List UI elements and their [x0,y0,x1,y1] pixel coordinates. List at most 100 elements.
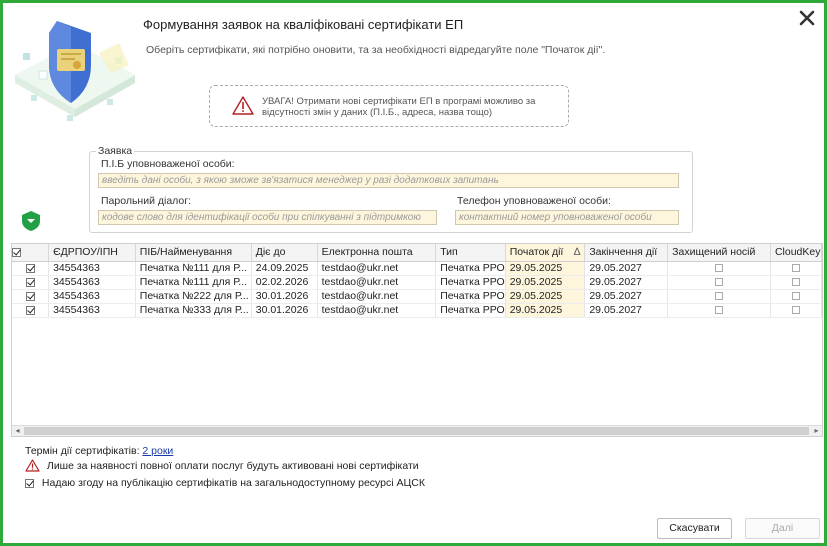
col-name[interactable]: ПІБ/Найменування [135,244,252,262]
cell-valid-to: 30.01.2026 [251,289,318,304]
col-valid-to[interactable]: Діє до [251,244,318,262]
dialog-subtitle: Оберіть сертифікати, які потрібно оновит… [146,44,606,56]
row-checkbox[interactable] [25,291,35,301]
row-checkbox[interactable] [25,305,35,315]
col-type[interactable]: Тип [435,244,506,262]
cell-start[interactable]: 29.05.2025 [505,289,586,304]
col-start[interactable]: Початок дії ∆ [505,244,586,262]
warning-line-1: УВАГА! Отримати нові сертифікати ЕП в пр… [262,96,536,107]
cell-start[interactable]: 29.05.2025 [505,303,586,318]
warning-line-2: відсутності змін у даних (П.І.Б., адреса… [262,107,493,118]
cell-cloudkey[interactable] [770,303,822,318]
dialog-title: Формування заявок на кваліфіковані серти… [143,17,464,32]
scrollbar-thumb[interactable] [24,427,809,435]
person-label: П.І.Б уповноваженої особи: [101,158,235,170]
cell-email: testdao@ukr.net [317,261,437,276]
secure-media-checkbox[interactable] [715,306,724,315]
cell-name: Печатка №111 для Р... [135,261,252,276]
cloudkey-checkbox[interactable] [791,278,800,287]
cell-edrpou: 34554363 [48,303,136,318]
cell-end: 29.05.2027 [584,275,669,290]
col-secure-media[interactable]: Захищений носій [667,244,771,262]
cell-valid-to: 30.01.2026 [251,303,318,318]
payment-note-row: Лише за наявності повної оплати послуг б… [25,459,419,472]
cell-end: 29.05.2027 [584,289,669,304]
col-end[interactable]: Закінчення дії [584,244,669,262]
table-row[interactable]: 34554363 Печатка №222 для Р... 30.01.2026 t… [12,289,822,304]
cell-secure-media[interactable] [667,261,771,276]
select-all-checkbox[interactable] [12,247,21,257]
scroll-right-icon[interactable]: ▸ [811,426,822,436]
row-select-cell[interactable] [12,275,50,290]
cell-email: testdao@ukr.net [317,289,437,304]
table-row[interactable]: 34554363 Печатка №111 для Р... 24.09.2025 t… [12,261,822,276]
scroll-left-icon[interactable]: ◂ [12,426,23,436]
cell-secure-media[interactable] [667,289,771,304]
cell-cloudkey[interactable] [770,275,822,290]
row-checkbox[interactable] [25,263,35,273]
col-edrpou[interactable]: ЄДРПОУ/ІПН [48,244,136,262]
cloudkey-checkbox[interactable] [791,264,800,273]
cell-email: testdao@ukr.net [317,275,437,290]
phone-input[interactable] [455,210,679,225]
password-dialog-label: Парольний діалог: [101,195,192,207]
cell-name: Печатка №111 для Р... [135,275,252,290]
term-label: Термін дії сертифікатів: [25,445,140,457]
cell-type: Печатка РРО [435,275,506,290]
certificates-table: ЄДРПОУ/ІПН ПІБ/Найменування Діє до Елект… [11,243,823,437]
password-dialog-input[interactable] [98,210,437,225]
shield-check-icon [20,210,42,235]
next-button[interactable]: Далі [745,518,820,539]
cloudkey-checkbox[interactable] [791,292,800,301]
secure-media-checkbox[interactable] [715,292,724,301]
cell-email: testdao@ukr.net [317,303,437,318]
cell-end: 29.05.2027 [584,261,669,276]
cell-secure-media[interactable] [667,275,771,290]
table-row[interactable]: 34554363 Печатка №111 для Р... 02.02.2026 t… [12,275,822,290]
cell-start[interactable]: 29.05.2025 [505,261,586,276]
cell-edrpou: 34554363 [48,275,136,290]
consent-label[interactable]: Надаю згоду на публікацію сертифікатів н… [42,477,425,489]
term-link[interactable]: 2 роки [142,445,173,457]
col-email[interactable]: Електронна пошта [317,244,437,262]
consent-row[interactable]: Надаю згоду на публікацію сертифікатів н… [25,477,425,489]
warning-icon [232,96,254,118]
cell-cloudkey[interactable] [770,289,822,304]
certificate-shield-illustration [9,13,139,138]
warning-notice: УВАГА! Отримати нові сертифікати ЕП в пр… [209,85,569,127]
cell-edrpou: 34554363 [48,289,136,304]
row-select-cell[interactable] [12,261,50,276]
row-select-cell[interactable] [12,303,50,318]
cell-valid-to: 02.02.2026 [251,275,318,290]
person-input[interactable] [98,173,679,188]
close-icon[interactable] [798,9,816,27]
cell-type: Печатка РРО [435,289,506,304]
cell-end: 29.05.2027 [584,303,669,318]
cell-type: Печатка РРО [435,303,506,318]
cloudkey-checkbox[interactable] [791,306,800,315]
horizontal-scrollbar[interactable]: ◂ ▸ [12,425,822,436]
cell-name: Печатка №222 для Р... [135,289,252,304]
row-select-cell[interactable] [12,289,50,304]
payment-note-text: Лише за наявності повної оплати послуг б… [46,460,419,472]
cell-start[interactable]: 29.05.2025 [505,275,586,290]
phone-label: Телефон уповноваженої особи: [457,195,611,207]
row-checkbox[interactable] [25,277,35,287]
cell-edrpou: 34554363 [48,261,136,276]
cancel-button[interactable]: Скасувати [657,518,732,539]
cell-name: Печатка №333 для Р... [135,303,252,318]
cell-cloudkey[interactable] [770,261,822,276]
col-cloudkey[interactable]: CloudKey [770,244,822,262]
col-start-label: Початок дії [509,246,564,259]
dialog-window: Формування заявок на кваліфіковані серти… [0,0,827,546]
cell-secure-media[interactable] [667,303,771,318]
secure-media-checkbox[interactable] [715,278,724,287]
term-row: Термін дії сертифікатів: 2 роки [25,445,173,457]
secure-media-checkbox[interactable] [715,264,724,273]
cell-type: Печатка РРО [435,261,506,276]
table-header-row: ЄДРПОУ/ІПН ПІБ/Найменування Діє до Елект… [12,244,822,262]
cell-valid-to: 24.09.2025 [251,261,318,276]
select-all-header[interactable] [12,244,50,262]
table-row[interactable]: 34554363 Печатка №333 для Р... 30.01.2026 t… [12,303,822,318]
consent-checkbox[interactable] [25,478,34,488]
